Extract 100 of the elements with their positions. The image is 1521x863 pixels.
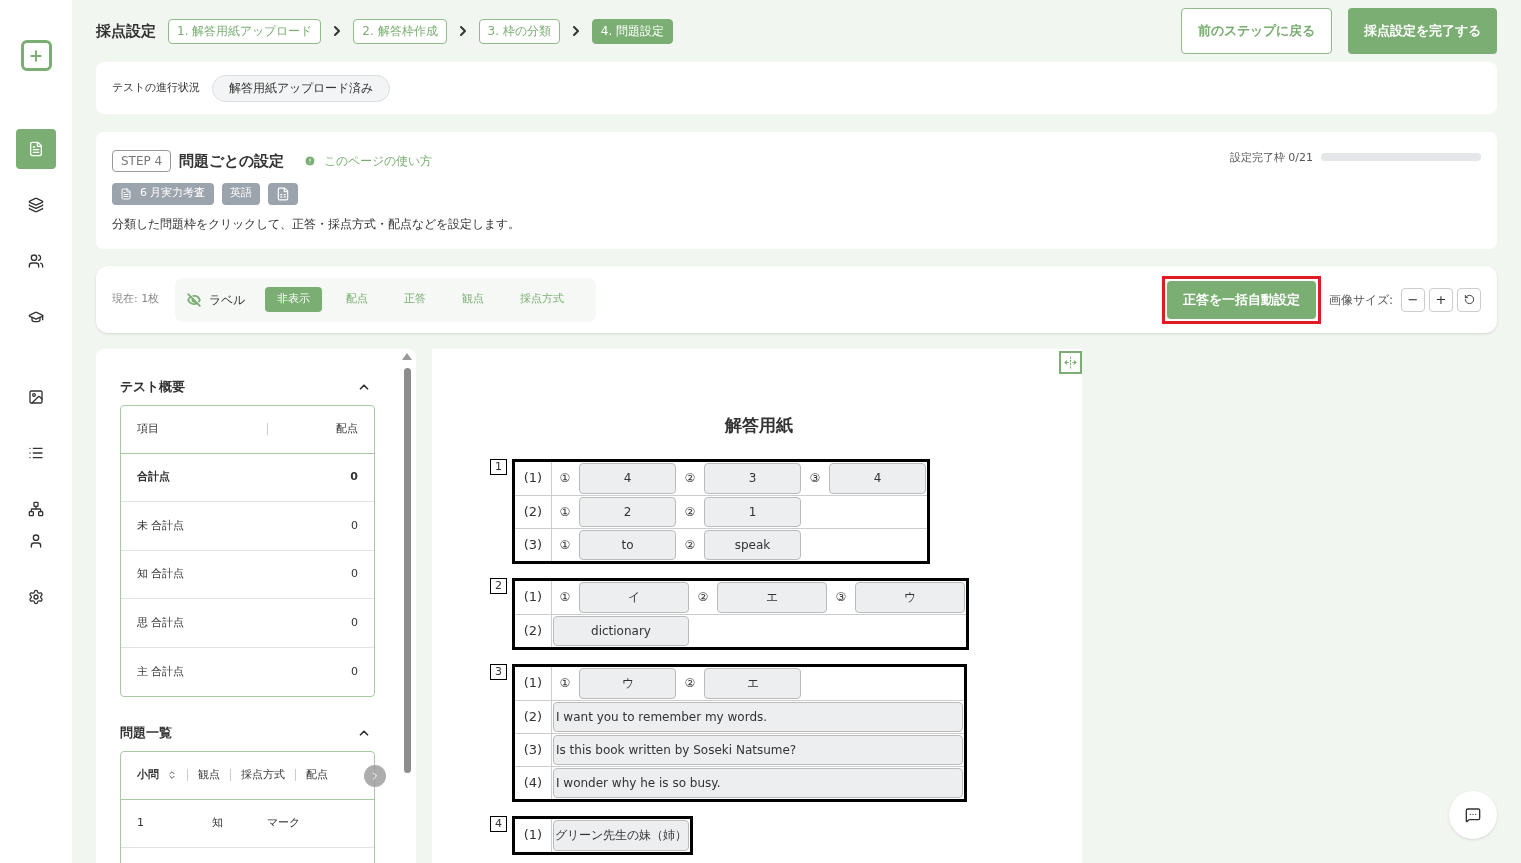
status-label: テストの進行状況 [112, 79, 200, 96]
answer-box[interactable]: speak [704, 529, 801, 560]
answer-box[interactable]: dictionary [553, 615, 689, 646]
circled-number: ③ [808, 470, 822, 487]
user-icon [28, 533, 44, 549]
row-label: (3) [515, 733, 552, 766]
sheet-icon [275, 186, 290, 201]
table-cell: 0 [351, 663, 358, 680]
status-badge: 解答用紙アップロード済み [212, 74, 390, 102]
table-cell-text: 合計点 [137, 469, 171, 485]
settings-icon [28, 589, 44, 605]
answer-box[interactable]: Is this book written by Soseki Natsume? [553, 734, 963, 765]
zoom-in-button[interactable]: + [1429, 287, 1453, 312]
row-label: (2) [515, 700, 552, 733]
section-title: テスト概要 [120, 378, 185, 396]
answer-box[interactable]: エ [717, 581, 827, 613]
table-cell-text: 未 合計点 [137, 517, 186, 534]
row-label: (1) [515, 461, 552, 495]
network-icon [28, 501, 44, 517]
section-number: 1 [490, 458, 507, 475]
document-icon [28, 141, 44, 157]
answer-box[interactable]: 4 [829, 462, 926, 494]
row-label: (1) [515, 818, 552, 852]
layers-icon [28, 197, 44, 213]
info-icon [304, 155, 317, 168]
table-cell-text: 0 [351, 566, 358, 582]
table-cell-text: マーク [267, 814, 300, 831]
answer-box[interactable]: イ [579, 581, 689, 613]
answer-box[interactable]: ウ [855, 581, 965, 613]
answer-box[interactable]: I wonder why he is so busy. [553, 767, 963, 798]
row-label: (4) [515, 766, 552, 799]
circled-number: ① [558, 470, 572, 487]
column-header[interactable]: 採点方式 [241, 767, 285, 783]
circled-number: ② [683, 503, 697, 521]
column-header[interactable]: 観点 [198, 767, 220, 783]
add-button[interactable] [20, 40, 52, 71]
table-cell: 0 [351, 517, 358, 534]
answer-box[interactable]: I want you to remember my words. [553, 701, 963, 732]
answer-box[interactable]: ウ [579, 667, 676, 699]
page-count: 現在: 1枚 [112, 291, 160, 308]
answer-box[interactable]: to [579, 529, 676, 560]
circled-number: ② [696, 589, 710, 606]
section-title: 問題一覧 [120, 724, 172, 742]
section-number: 4 [490, 815, 507, 832]
sheet-button[interactable] [267, 182, 298, 205]
answer-box[interactable]: 1 [704, 496, 801, 527]
section-number: 2 [490, 577, 507, 594]
table-cell: 0 [351, 614, 358, 631]
size-label: 画像サイズ: [1328, 291, 1393, 309]
answer-box[interactable]: 3 [704, 462, 801, 494]
circled-number: ① [558, 536, 572, 554]
list-icon [28, 445, 44, 461]
document-nav-button[interactable] [16, 129, 56, 169]
table-cell-text: 0 [350, 469, 358, 485]
eye-off-icon [187, 292, 202, 307]
scroll-right-button[interactable] [364, 764, 386, 787]
table-cell-text: 1 [137, 814, 145, 831]
circled-number: ③ [834, 589, 848, 606]
page-title: 採点設定 [96, 20, 156, 42]
label-title: ラベル [209, 291, 246, 309]
column-header[interactable]: 小問 [137, 767, 159, 783]
sort-icon[interactable] [167, 770, 177, 780]
description: 分類した問題枠をクリックして、正答・採点方式・配点などを設定します。 [112, 215, 521, 233]
zoom-out-button[interactable]: − [1401, 287, 1425, 312]
table-cell-text: 主 合計点 [137, 663, 186, 680]
row-label: (2) [515, 495, 552, 528]
graduate-icon [28, 309, 44, 325]
row-label: (1) [515, 666, 552, 700]
row-label: (2) [515, 614, 552, 647]
circled-number: ① [558, 503, 572, 521]
fit-width-button[interactable] [1059, 351, 1082, 374]
chat-button[interactable] [1449, 791, 1497, 839]
answer-box[interactable]: グリーン先生の妹（姉） [553, 819, 689, 851]
users-icon [28, 253, 44, 269]
progress-label: 設定完了枠 0/21 [1229, 150, 1313, 166]
row-label: (3) [515, 528, 552, 561]
row-label: (1) [515, 580, 552, 614]
answer-box[interactable]: 4 [579, 462, 676, 494]
answer-box[interactable]: 2 [579, 496, 676, 527]
answer-box[interactable]: エ [704, 667, 801, 699]
column-header: 配点 [336, 420, 358, 437]
circled-number: ② [683, 470, 697, 487]
tag: 6 月実力考査 [112, 182, 214, 205]
table-cell-text: 知 [212, 814, 224, 831]
reset-button[interactable] [1457, 287, 1481, 312]
column-header[interactable]: 配点 [306, 767, 328, 783]
circled-number: ② [683, 536, 697, 554]
circled-number: ① [558, 675, 572, 692]
expand-icon [1064, 356, 1077, 369]
step-label: STEP 4 [112, 150, 172, 173]
sheet-title: 解答用紙 [723, 414, 794, 437]
column-header: 項目 [137, 420, 160, 437]
document-icon [120, 187, 132, 200]
reset-icon [1463, 294, 1475, 305]
plus-icon [28, 47, 44, 64]
chat-icon [1465, 807, 1481, 823]
table-cell-text: 思 合計点 [137, 614, 186, 631]
table-cell-text: 知 合計点 [137, 566, 186, 582]
circled-number: ② [683, 675, 697, 692]
image-icon [28, 389, 44, 405]
